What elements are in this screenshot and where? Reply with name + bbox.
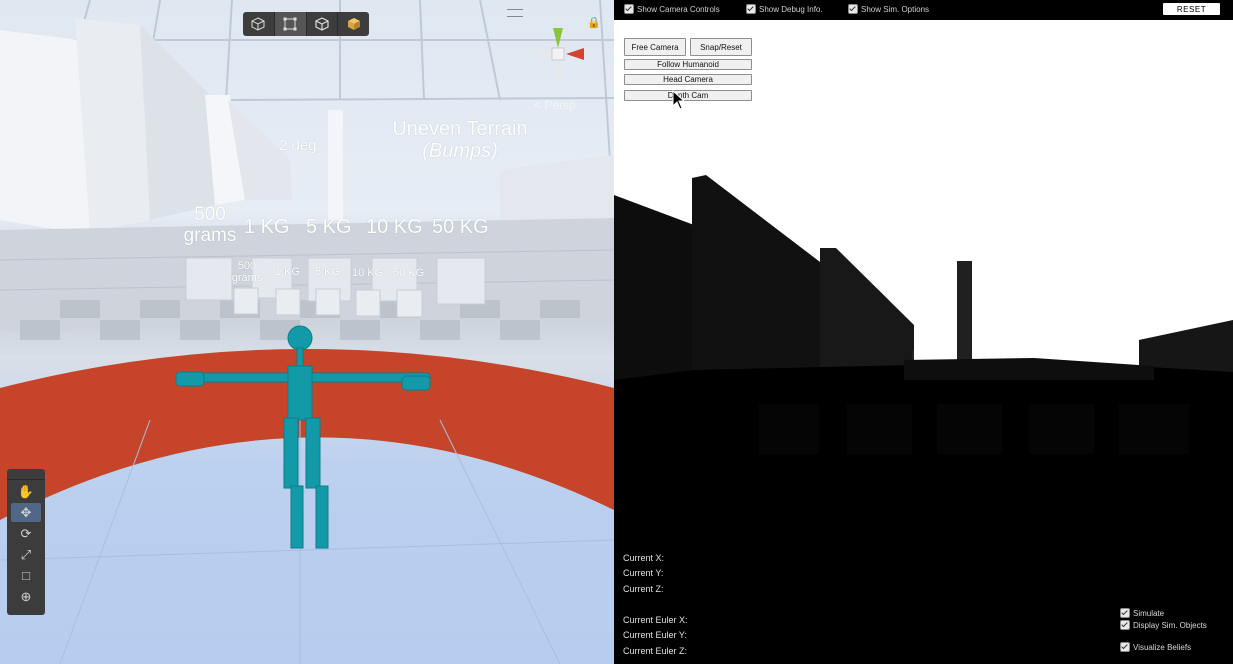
weight-label-small: 10 KG [352,267,384,279]
scale-tool-icon[interactable]: ⤢ [11,545,41,564]
toggle-label: Show Sim. Options [861,4,930,14]
palette-grip[interactable] [7,469,45,480]
current-euler-x-label: Current Euler X: [623,615,688,625]
terrain-label-line1: Uneven Terrain [392,118,528,140]
head-camera-button[interactable]: Head Camera [624,74,752,85]
gizmo-axis-x: x [587,48,592,59]
weight-label-small: 1 KG [275,266,301,278]
terrain-label: Uneven Terrain (Bumps) [372,118,548,162]
rotate-tool-icon[interactable]: ⟳ [11,524,41,543]
toggle-label: Visualize Beliefs [1133,642,1192,652]
weight-label-small: 5 KG [315,266,341,278]
current-x-label: Current X: [623,553,665,563]
checkbox-icon[interactable] [1120,608,1130,618]
current-euler-y-label: Current Euler Y: [623,630,687,640]
checkbox-icon[interactable] [1120,620,1130,630]
mouse-cursor-icon [672,89,686,115]
follow-humanoid-button[interactable]: Follow Humanoid [624,59,752,70]
game-view: Free Camera Snap/Reset Follow Humanoid H… [614,0,1233,664]
reset-button[interactable]: RESET [1163,3,1220,15]
hand-tool-icon[interactable]: ✋ [11,482,41,501]
view-mode-toolbar [243,12,369,36]
rect-transform-icon[interactable] [274,12,307,36]
current-y-label: Current Y: [623,568,664,578]
visualize-beliefs-toggle[interactable]: Visualize Beliefs [1120,642,1191,652]
depth-cam-button[interactable]: Depth Cam [624,90,752,101]
snap-reset-button[interactable]: Snap/Reset [690,38,752,56]
current-z-label: Current Z: [623,584,664,594]
rect-tool-icon[interactable]: □ [11,566,41,585]
checkbox-icon[interactable] [1120,642,1130,652]
free-camera-button[interactable]: Free Camera [624,38,686,56]
scene-view[interactable]: 2 deg. Uneven Terrain (Bumps) 500 grams … [0,0,614,664]
show-sim-options-toggle[interactable]: Show Sim. Options [848,4,929,14]
options-bar: Show Camera Controls Show Debug Info. Sh… [614,0,1233,20]
drag-handle-icon[interactable] [507,9,523,17]
weight-label-big: 500 grams [183,204,237,246]
toggle-label: Display Sim. Objects [1133,620,1207,630]
incline-label: 2 deg. [279,137,321,154]
move-tool-icon[interactable]: ✥ [11,503,41,522]
weight-label-big: 5 KG [306,216,352,238]
scene-geometry [0,0,614,664]
cube-solid-icon[interactable] [338,12,369,36]
checkbox-icon[interactable] [746,4,756,14]
weight-label-small: 500 grams [231,260,263,285]
toggle-label: Show Debug Info. [759,4,823,14]
weight-label-big: 10 KG [366,216,423,238]
gizmo-axis-y: y [555,12,560,23]
simulate-toggle[interactable]: Simulate [1120,608,1164,618]
tool-palette: ✋ ✥ ⟳ ⤢ □ ⊕ [7,469,45,615]
orientation-gizmo[interactable]: y x [526,12,606,94]
checkbox-icon[interactable] [624,4,634,14]
toggle-label: Show Camera Controls [637,4,720,14]
terrain-label-line2: (Bumps) [422,140,498,162]
projection-toggle[interactable]: < Persp [534,98,576,112]
sim-options-panel: Simulate Display Sim. Objects Visualize … [1116,604,1228,657]
checkbox-icon[interactable] [848,4,858,14]
debug-info-panel: Current X: Current Y: Current Z: Current… [619,550,945,662]
toggle-label: Simulate [1133,608,1165,618]
cube-wire-icon[interactable] [307,12,339,36]
show-debug-info-toggle[interactable]: Show Debug Info. [746,4,823,14]
display-sim-objects-toggle[interactable]: Display Sim. Objects [1120,620,1207,630]
cube-outline-icon[interactable] [243,12,275,36]
weight-label-big: 1 KG [244,216,290,238]
weight-label-small: 50 KG [393,267,425,279]
transform-tool-icon[interactable]: ⊕ [11,587,41,606]
current-euler-z-label: Current Euler Z: [623,646,688,656]
show-camera-controls-toggle[interactable]: Show Camera Controls [624,4,720,14]
weight-label-big: 50 KG [432,216,489,238]
